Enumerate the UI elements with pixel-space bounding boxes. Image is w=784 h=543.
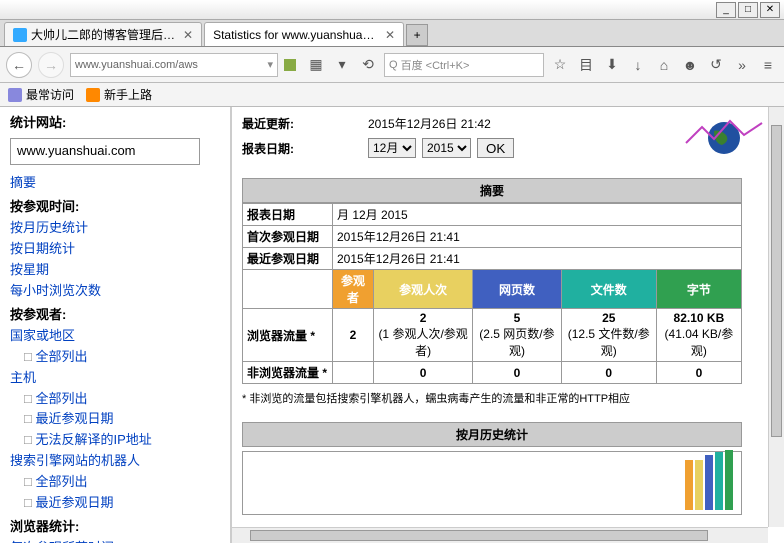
col-files: 文件数 [561,270,656,309]
shield-icon[interactable] [284,59,296,71]
qr-icon[interactable]: ▦ [306,55,326,75]
pocket-icon[interactable]: ⬇ [602,55,622,75]
close-button[interactable]: ✕ [760,2,780,18]
stat-site-label: 统计网站: [10,113,220,134]
link-visit-duration[interactable]: 每次参观所花时间 [10,538,220,543]
url-text: www.yuanshuai.com/aws [75,59,198,71]
section-by-visitor: 按参观者: [10,305,220,326]
year-select[interactable]: 2015 [422,138,471,158]
forward-button[interactable]: → [38,52,64,78]
bookmark-most-visited[interactable]: 最常访问 [8,86,74,103]
tab-label: 大帅儿二郎的博客管理后… [31,26,175,43]
col-visitors: 参观者 [333,270,374,309]
search-placeholder: 百度 <Ctrl+K> [401,57,470,73]
col-visits: 参观人次 [373,270,472,309]
section-by-time: 按参观时间: [10,197,220,218]
monthly-header: 按月历史统计 [242,422,742,447]
section-browser: 浏览器统计: [10,517,220,538]
bookmark-label: 新手上路 [104,86,152,103]
link-summary[interactable]: 摘要 [10,173,220,194]
back-button[interactable]: ← [6,52,32,78]
link-recent-visit[interactable]: 最近参观日期 [10,409,220,430]
link-list-all[interactable]: 全部列出 [10,472,220,493]
row-first-visit: 首次参观日期 [243,226,333,248]
minimize-button[interactable]: _ [716,2,736,18]
search-icon: Q [389,59,398,71]
close-icon[interactable]: ✕ [385,28,395,42]
overflow-icon[interactable]: » [732,55,752,75]
content-area: 统计网站: www.yuanshuai.com 摘要 按参观时间: 按月历史统计… [0,107,784,543]
horizontal-scrollbar[interactable] [232,527,768,543]
col-pages: 网页数 [473,270,561,309]
link-recent-visit[interactable]: 最近参观日期 [10,493,220,514]
url-bar[interactable]: www.yuanshuai.com/aws ▾ [70,53,278,77]
month-select[interactable]: 12月 [368,138,416,158]
bookmark-getting-started[interactable]: 新手上路 [86,86,152,103]
search-bar[interactable]: Q 百度 <Ctrl+K> [384,53,544,77]
link-unresolved-ip[interactable]: 无法反解译的IP地址 [10,430,220,451]
window-titlebar: _ □ ✕ [0,0,784,20]
dropdown-icon[interactable]: ▾ [332,55,352,75]
summary-note: * 非浏览的流量包括搜索引擎机器人，蠕虫病毒产生的流量和非正常的HTTP相应 [242,390,742,406]
monthly-chart [242,451,742,515]
summary-header: 摘要 [242,178,742,203]
row-last-visit: 最近参观日期 [243,248,333,270]
nav-toolbar: ← → www.yuanshuai.com/aws ▾ ▦ ▾ ⟲ Q 百度 <… [0,47,784,83]
link-country[interactable]: 国家或地区 [10,326,220,347]
row-nonbrowser-traffic: 非浏览器流量 * [243,362,333,384]
vertical-scrollbar[interactable] [768,107,784,527]
tab-favicon [13,28,27,42]
site-select[interactable]: www.yuanshuai.com [10,138,200,165]
dropdown-icon[interactable]: ▾ [267,58,273,71]
link-host[interactable]: 主机 [10,368,220,389]
tab-bar: 大帅儿二郎的博客管理后… ✕ Statistics for www.yuansh… [0,20,784,47]
reload-button[interactable]: ⟲ [358,55,378,75]
ok-button[interactable]: OK [477,138,514,158]
bookmark-icon [8,88,22,102]
menu-icon[interactable]: ≡ [758,55,778,75]
history-icon[interactable]: ↺ [706,55,726,75]
maximize-button[interactable]: □ [738,2,758,18]
bookmark-bar: 最常访问 新手上路 [0,83,784,107]
bookmark-icon [86,88,100,102]
row-report-date: 报表日期 [243,204,333,226]
link-daily[interactable]: 按日期统计 [10,239,220,260]
col-bytes: 字节 [656,270,741,309]
downloads-icon[interactable]: ↓ [628,55,648,75]
link-robots[interactable]: 搜索引擎网站的机器人 [10,451,220,472]
link-hourly[interactable]: 每小时浏览次数 [10,281,220,302]
tab-label: Statistics for www.yuanshuai… [213,28,377,42]
close-icon[interactable]: ✕ [183,28,193,42]
awstats-logo [684,113,764,163]
tab-blog-admin[interactable]: 大帅儿二郎的博客管理后… ✕ [4,22,202,46]
last-update-value: 2015年12月26日 21:42 [368,115,491,132]
sidebar: 统计网站: www.yuanshuai.com 摘要 按参观时间: 按月历史统计… [0,107,232,543]
link-monthly[interactable]: 按月历史统计 [10,218,220,239]
link-list-all[interactable]: 全部列出 [10,347,220,368]
link-weekday[interactable]: 按星期 [10,260,220,281]
link-list-all[interactable]: 全部列出 [10,389,220,410]
main-panel: 最近更新: 2015年12月26日 21:42 报表日期: 12月 2015 O… [232,107,784,543]
summary-table: 报表日期月 12月 2015 首次参观日期2015年12月26日 21:41 最… [242,203,742,384]
report-date-label: 报表日期: [242,140,362,157]
chat-icon[interactable]: ☻ [680,55,700,75]
new-tab-button[interactable]: + [406,24,428,46]
bookmark-star-icon[interactable]: ☆ [550,55,570,75]
row-browser-traffic: 浏览器流量 * [243,309,333,362]
last-update-label: 最近更新: [242,115,362,132]
bookmark-label: 最常访问 [26,86,74,103]
reader-icon[interactable]: 目 [576,55,596,75]
tab-statistics[interactable]: Statistics for www.yuanshuai… ✕ [204,22,404,46]
home-icon[interactable]: ⌂ [654,55,674,75]
